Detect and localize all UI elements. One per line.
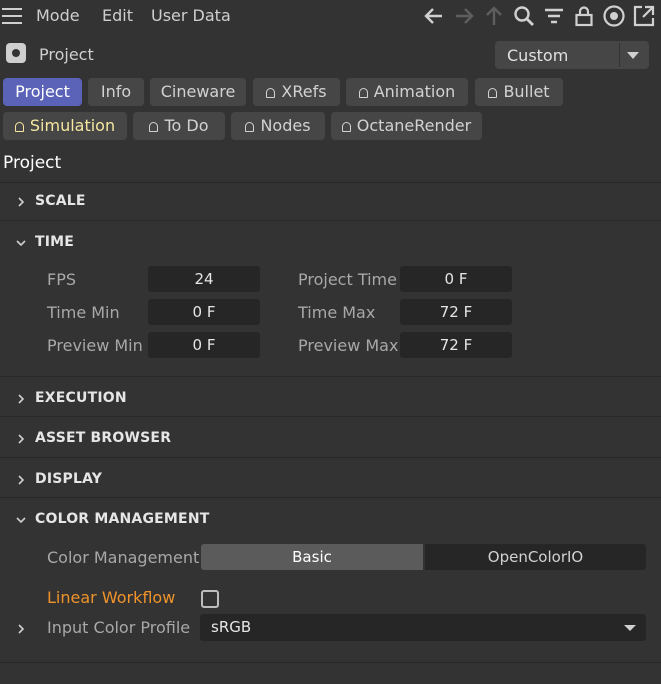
- chevron-down-icon[interactable]: [627, 52, 639, 59]
- preview-max-field[interactable]: 72 F: [400, 332, 512, 358]
- time-max-field[interactable]: 72 F: [400, 299, 512, 325]
- object-header: Project Custom: [0, 38, 661, 70]
- up-arrow-icon[interactable]: [482, 4, 506, 28]
- chevron-down-icon[interactable]: [624, 625, 636, 631]
- preview-max-label: Preview Max: [298, 336, 399, 355]
- chevron-down-icon[interactable]: [15, 512, 27, 524]
- tab-animation[interactable]: Animation: [346, 78, 468, 106]
- linear-workflow-label: Linear Workflow: [47, 588, 176, 607]
- divider: [0, 220, 661, 221]
- input-color-profile-dropdown[interactable]: sRGB: [200, 614, 646, 641]
- chevron-right-icon[interactable]: [15, 431, 27, 444]
- tab-label: Cineware: [160, 82, 236, 101]
- divider: [0, 662, 661, 663]
- preset-divider: [619, 43, 620, 67]
- tab-cineware[interactable]: Cineware: [150, 78, 246, 106]
- bell-icon: [341, 122, 351, 132]
- bell-icon: [245, 122, 255, 132]
- preview-min-field[interactable]: 0 F: [148, 332, 260, 358]
- divider: [0, 182, 661, 183]
- lock-icon[interactable]: [572, 4, 596, 28]
- bell-icon: [488, 88, 498, 98]
- group-label: TIME: [35, 234, 75, 250]
- object-title: Project: [39, 45, 94, 64]
- bell-icon: [14, 122, 24, 132]
- tab-label: Project: [15, 82, 70, 101]
- divider: [0, 457, 661, 458]
- tab-simulation[interactable]: Simulation: [3, 112, 127, 140]
- group-label: ASSET BROWSER: [35, 430, 172, 446]
- tab-info[interactable]: Info: [88, 78, 144, 106]
- time-min-label: Time Min: [47, 303, 120, 322]
- tab-xrefs[interactable]: XRefs: [253, 78, 340, 106]
- tab-label: Animation: [373, 82, 456, 101]
- menu-mode[interactable]: Mode: [36, 6, 80, 25]
- tab-label: XRefs: [281, 82, 327, 101]
- tab-project[interactable]: Project: [3, 78, 82, 106]
- group-label: COLOR MANAGEMENT: [35, 511, 210, 527]
- group-color-management[interactable]: COLOR MANAGEMENT: [0, 504, 661, 534]
- preview-min-label: Preview Min: [47, 336, 143, 355]
- divider: [0, 497, 661, 498]
- chevron-down-icon[interactable]: [15, 235, 27, 247]
- filter-icon[interactable]: [542, 4, 566, 28]
- time-max-label: Time Max: [298, 303, 376, 322]
- target-icon[interactable]: [602, 4, 626, 28]
- input-color-profile-label: Input Color Profile: [47, 618, 191, 637]
- tab-label: Simulation: [29, 116, 116, 135]
- group-label: EXECUTION: [35, 390, 127, 406]
- preset-value: Custom: [507, 46, 569, 65]
- new-window-icon[interactable]: [632, 4, 656, 28]
- group-label: SCALE: [35, 193, 86, 209]
- tab-bullet[interactable]: Bullet: [475, 78, 563, 106]
- time-min-field[interactable]: 0 F: [148, 299, 260, 325]
- bell-icon: [266, 88, 276, 98]
- menu-edit[interactable]: Edit: [102, 6, 133, 25]
- tab-label: To Do: [164, 116, 209, 135]
- group-time[interactable]: TIME: [0, 227, 661, 257]
- fps-field[interactable]: 24: [148, 266, 260, 292]
- tab-label: Info: [100, 82, 132, 101]
- hamburger-menu-icon[interactable]: [2, 8, 22, 24]
- project-time-field[interactable]: 0 F: [400, 266, 512, 292]
- tab-to-do[interactable]: To Do: [133, 112, 225, 140]
- search-icon[interactable]: [512, 4, 536, 28]
- group-display[interactable]: DISPLAY: [0, 464, 661, 494]
- chevron-right-icon[interactable]: [15, 621, 27, 634]
- tab-label: Nodes: [260, 116, 311, 135]
- color-management-label: Color Management: [47, 548, 200, 567]
- fps-label: FPS: [47, 270, 77, 289]
- page-title: Project: [3, 153, 62, 173]
- chevron-right-icon[interactable]: [15, 391, 27, 404]
- forward-arrow-icon[interactable]: [452, 4, 476, 28]
- menu-user-data[interactable]: User Data: [151, 6, 231, 25]
- tab-octanerender[interactable]: OctaneRender: [331, 112, 482, 140]
- linear-workflow-checkbox[interactable]: [201, 590, 219, 608]
- project-time-label: Project Time: [298, 270, 397, 289]
- color-mode-opencolorio[interactable]: OpenColorIO: [425, 544, 646, 570]
- back-arrow-icon[interactable]: [422, 4, 446, 28]
- color-mode-basic[interactable]: Basic: [201, 544, 423, 570]
- chevron-right-icon[interactable]: [15, 194, 27, 207]
- menu-bar: Mode Edit User Data: [0, 0, 661, 32]
- chevron-right-icon[interactable]: [15, 472, 27, 485]
- input-color-profile-value: sRGB: [211, 618, 252, 636]
- group-label: DISPLAY: [35, 471, 103, 487]
- tab-label: OctaneRender: [356, 116, 472, 135]
- tab-label: Bullet: [503, 82, 550, 101]
- project-gear-icon: [6, 43, 26, 63]
- group-scale[interactable]: SCALE: [0, 186, 661, 216]
- group-execution[interactable]: EXECUTION: [0, 383, 661, 413]
- preset-dropdown[interactable]: Custom: [495, 41, 649, 69]
- group-asset-browser[interactable]: ASSET BROWSER: [0, 423, 661, 453]
- tab-nodes[interactable]: Nodes: [231, 112, 325, 140]
- bell-icon: [149, 122, 159, 132]
- divider: [0, 376, 661, 377]
- divider: [0, 416, 661, 417]
- bell-icon: [358, 88, 368, 98]
